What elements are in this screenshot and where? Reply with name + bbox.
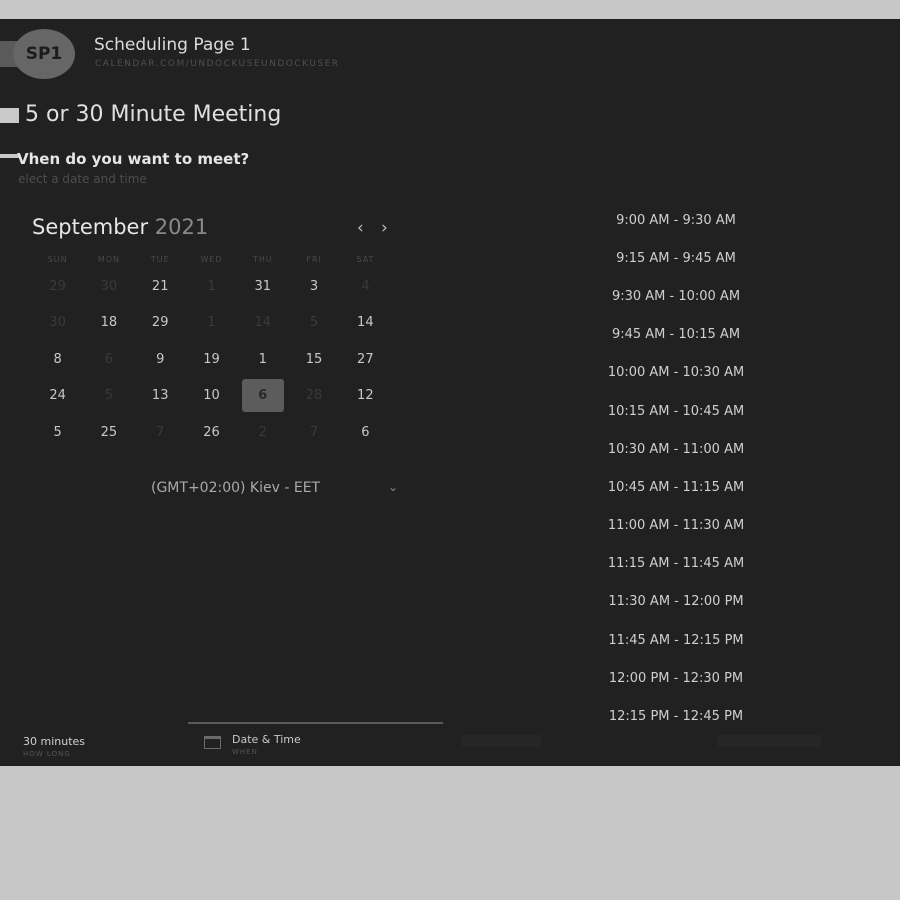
calendar-day: 2 bbox=[258, 424, 267, 440]
calendar-day: 1 bbox=[207, 315, 216, 331]
meeting-title: 5 or 30 Minute Meeting bbox=[25, 102, 282, 127]
calendar-day[interactable]: 19 bbox=[186, 341, 237, 378]
calendar-day[interactable]: 14 bbox=[340, 305, 391, 342]
meeting-title-marker bbox=[0, 108, 19, 123]
calendar-day[interactable]: 27 bbox=[340, 341, 391, 378]
calendar-day: 7 bbox=[156, 424, 165, 440]
calendar-day[interactable]: 1 bbox=[237, 341, 288, 378]
calendar-day-selected[interactable]: 6 bbox=[237, 378, 288, 415]
chevron-left-icon[interactable]: ‹ bbox=[357, 218, 364, 238]
calendar-day[interactable]: 12 bbox=[340, 378, 391, 415]
calendar-day: 4 bbox=[361, 278, 370, 294]
meeting-hint: elect a date and time bbox=[18, 172, 147, 186]
chevron-right-icon[interactable]: › bbox=[381, 218, 388, 238]
calendar-day[interactable]: 10 bbox=[186, 378, 237, 415]
time-slot[interactable]: 9:45 AM - 10:15 AM bbox=[592, 316, 760, 354]
calendar-month: September bbox=[32, 215, 149, 239]
calendar-day[interactable]: 31 bbox=[237, 268, 288, 305]
calendar-day: 1 bbox=[207, 278, 216, 294]
time-slot[interactable]: 11:00 AM - 11:30 AM bbox=[592, 507, 760, 545]
weekday-label: SAT bbox=[356, 255, 375, 264]
calendar-day[interactable]: 18 bbox=[83, 305, 134, 342]
weekday-label: THU bbox=[252, 255, 273, 264]
time-slot[interactable]: 11:45 AM - 12:15 PM bbox=[592, 621, 760, 659]
calendar-day: 30 bbox=[49, 315, 66, 331]
calendar-year: 2021 bbox=[154, 215, 209, 239]
time-slot-list: 9:00 AM - 9:30 AM 9:15 AM - 9:45 AM 9:30 A… bbox=[592, 201, 760, 736]
step-date-time[interactable]: Date & Time bbox=[232, 733, 301, 746]
calendar-day[interactable]: 26 bbox=[186, 414, 237, 451]
calendar-day[interactable]: 29 bbox=[135, 305, 186, 342]
step-confirm-placeholder bbox=[718, 735, 822, 747]
scheduling-panel: SP1 Scheduling Page 1 CALENDAR.COM/UNDOC… bbox=[0, 19, 900, 766]
weekday-label: WED bbox=[200, 255, 223, 264]
meeting-question: Vhen do you want to meet? bbox=[17, 150, 250, 168]
time-slot[interactable]: 11:15 AM - 11:45 AM bbox=[592, 545, 760, 583]
selected-day-highlight[interactable]: 6 bbox=[241, 379, 284, 413]
calendar-week: 8 6 9 19 1 15 27 bbox=[32, 341, 391, 378]
calendar-day: 7 bbox=[309, 424, 319, 440]
weekday-label: MON bbox=[97, 255, 121, 264]
time-slot[interactable]: 10:00 AM - 10:30 AM bbox=[592, 354, 760, 392]
timezone-select[interactable]: (GMT+02:00) Kiev - EET bbox=[151, 480, 320, 496]
calendar-day[interactable]: 24 bbox=[32, 378, 83, 415]
footer-steps: 30 minutes HOW LONG Date & Time WHEN bbox=[0, 719, 900, 766]
calendar-day: 30 bbox=[100, 278, 118, 294]
calendar-day: 28 bbox=[305, 388, 323, 404]
calendar-day[interactable]: 3 bbox=[288, 268, 339, 305]
weekday-header: SUN MON TUE WED THU FRI SAT bbox=[32, 255, 391, 264]
calendar-grid: 29 30 21 1 31 3 4 30 18 29 1 14 5 14 8 6 9 19 1 15 27 24 5 13 10… bbox=[32, 268, 391, 451]
time-slot[interactable]: 10:30 AM - 11:00 AM bbox=[592, 430, 760, 468]
time-slot[interactable]: 9:15 AM - 9:45 AM bbox=[592, 239, 760, 277]
step-duration[interactable]: 30 minutes bbox=[23, 735, 85, 748]
calendar-day[interactable]: 25 bbox=[83, 414, 134, 451]
calendar-day[interactable]: 8 bbox=[32, 341, 83, 378]
calendar-day: 5 bbox=[104, 388, 114, 404]
calendar-day[interactable]: 15 bbox=[288, 341, 339, 378]
calendar-day[interactable]: 9 bbox=[135, 341, 186, 378]
page-title: Scheduling Page 1 bbox=[94, 35, 251, 55]
active-step-indicator bbox=[188, 722, 443, 724]
calendar-day[interactable]: 6 bbox=[340, 414, 391, 451]
calendar-month-label: September 2021 bbox=[32, 215, 208, 239]
calendar-week: 30 18 29 1 14 5 14 bbox=[32, 305, 391, 342]
calendar-week: 29 30 21 1 31 3 4 bbox=[32, 268, 391, 305]
step-date-time-sub: WHEN bbox=[232, 748, 258, 756]
calendar-day: 6 bbox=[104, 351, 114, 367]
calendar-day[interactable]: 13 bbox=[135, 378, 186, 415]
calendar-week: 5 25 7 26 2 7 6 bbox=[32, 414, 391, 451]
weekday-label: TUE bbox=[150, 255, 170, 264]
calendar-day: 29 bbox=[49, 278, 66, 294]
calendar-day[interactable]: 5 bbox=[32, 414, 83, 451]
page-url[interactable]: CALENDAR.COM/UNDOCKUSEUNDOCKUSER bbox=[95, 59, 340, 69]
calendar-day: 14 bbox=[254, 315, 272, 331]
calendar-icon bbox=[204, 736, 221, 749]
time-slot[interactable]: 9:00 AM - 9:30 AM bbox=[592, 201, 760, 239]
calendar-week: 24 5 13 10 6 28 12 bbox=[32, 378, 391, 415]
chevron-down-icon[interactable]: ⌄ bbox=[388, 480, 398, 494]
time-slot[interactable]: 11:30 AM - 12:00 PM bbox=[592, 583, 760, 621]
time-slot[interactable]: 9:30 AM - 10:00 AM bbox=[592, 277, 760, 315]
time-slot[interactable]: 10:45 AM - 11:15 AM bbox=[592, 468, 760, 506]
weekday-label: FRI bbox=[306, 255, 322, 264]
calendar-day: 5 bbox=[309, 315, 319, 331]
time-slot[interactable]: 12:00 PM - 12:30 PM bbox=[592, 659, 760, 697]
time-slot[interactable]: 10:15 AM - 10:45 AM bbox=[592, 392, 760, 430]
step-details-placeholder bbox=[462, 735, 542, 747]
step-duration-sub: HOW LONG bbox=[23, 750, 71, 758]
weekday-label: SUN bbox=[47, 255, 68, 264]
avatar: SP1 bbox=[13, 29, 75, 79]
calendar-day[interactable]: 21 bbox=[135, 268, 186, 305]
